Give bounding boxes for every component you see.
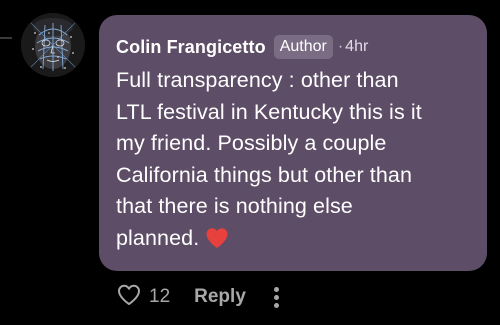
comment-last-line: planned. (116, 223, 473, 259)
reply-button[interactable]: Reply (194, 286, 246, 308)
comment-actions: 12 Reply (117, 282, 284, 312)
comment-meta: Colin Frangicetto Author · 4hr (116, 32, 473, 62)
meta-separator: · (337, 38, 344, 55)
heart-emoji-icon (205, 227, 229, 259)
avatar-image (21, 13, 85, 77)
comment-line: California things but other than (116, 162, 413, 187)
comment-text: Full transparency : other than LTL festi… (116, 65, 473, 258)
comment-line: my friend. Possibly a couple (116, 131, 387, 155)
comment-bubble: Colin Frangicetto Author · 4hr Full tran… (99, 15, 487, 271)
comment-line: Full transparency : other than (116, 68, 399, 92)
author-name[interactable]: Colin Frangicetto (116, 37, 266, 58)
comment-line: that there is nothing else (116, 194, 353, 218)
comment-line: planned. (116, 225, 200, 250)
thread-line (0, 37, 12, 39)
heart-outline-icon (117, 284, 141, 311)
comment: Colin Frangicetto Author · 4hr Full tran… (0, 0, 500, 325)
vertical-ellipsis-icon[interactable] (270, 282, 284, 312)
like-count: 12 (149, 286, 171, 307)
like-button[interactable]: 12 (117, 284, 170, 311)
timestamp: 4hr (345, 38, 369, 55)
avatar[interactable] (21, 13, 85, 77)
author-badge: Author (273, 35, 333, 59)
comment-line: LTL festival in Kentucky this is it (116, 99, 422, 124)
